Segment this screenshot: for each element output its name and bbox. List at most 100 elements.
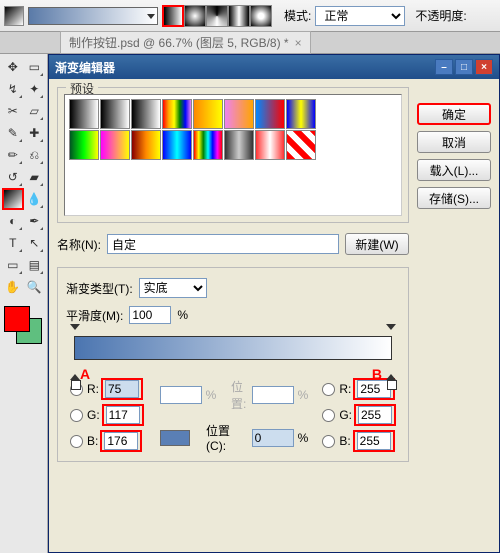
gradient-editor-dialog: 渐变编辑器 – □ × 预设 名称(N): 新建(W) <box>48 54 500 553</box>
gradient-type-label: 渐变类型(T): <box>66 280 133 297</box>
eyedropper-tool[interactable]: ✎ <box>2 122 24 144</box>
marquee-tool[interactable]: ▭ <box>24 56 46 78</box>
opacity-stop-right[interactable] <box>386 326 396 338</box>
gradient-type-select[interactable]: 实底 <box>139 278 207 298</box>
opacity-stop-left[interactable] <box>70 326 80 338</box>
gradient-bar[interactable] <box>74 336 392 360</box>
color-stop-right[interactable] <box>386 368 396 380</box>
rgb-right-group: R: G: B: <box>322 378 396 453</box>
presets-group: 预设 <box>57 87 409 223</box>
lasso-tool[interactable]: ↯ <box>2 78 24 100</box>
gradient-settings-group: 渐变类型(T): 实底 平滑度(M): % A <box>57 267 409 462</box>
preset-swatch[interactable] <box>100 99 130 129</box>
r-input-left[interactable] <box>105 380 139 398</box>
new-button[interactable]: 新建(W) <box>345 233 409 255</box>
mode-label: 模式: <box>284 7 311 24</box>
document-tab-row: 制作按钮.psd @ 66.7% (图层 5, RGB/8) * × <box>0 32 500 54</box>
b-radio-left[interactable] <box>70 435 83 448</box>
history-brush-tool[interactable]: ↺ <box>2 166 24 188</box>
document-tab-title: 制作按钮.psd @ 66.7% (图层 5, RGB/8) * <box>69 34 289 51</box>
color-swatches[interactable] <box>2 304 42 344</box>
gradient-tool[interactable] <box>2 188 24 210</box>
preset-swatch[interactable] <box>224 130 254 160</box>
linear-gradient-icon[interactable] <box>162 5 184 27</box>
gradient-tool-indicator <box>4 6 24 26</box>
preset-swatch[interactable] <box>193 99 223 129</box>
close-button[interactable]: × <box>475 59 493 75</box>
hand-tool[interactable]: ✋ <box>2 276 24 298</box>
heal-tool[interactable]: ✚ <box>24 122 46 144</box>
color-stop-left[interactable] <box>70 368 80 380</box>
dialog-title: 渐变编辑器 <box>55 59 115 76</box>
load-button[interactable]: 载入(L)... <box>417 159 491 181</box>
maximize-button[interactable]: □ <box>455 59 473 75</box>
eraser-tool[interactable]: ▰ <box>24 166 46 188</box>
rgb-left-group: R: G: B: <box>70 378 144 453</box>
preset-swatch[interactable] <box>131 130 161 160</box>
shape-tool[interactable]: ▭ <box>2 254 24 276</box>
percent-label: % <box>177 308 188 322</box>
g-input-right[interactable] <box>358 406 392 424</box>
annotation-b: B <box>372 366 382 382</box>
preset-swatch[interactable] <box>69 130 99 160</box>
dodge-tool[interactable]: ◐ <box>2 210 24 232</box>
slice-tool[interactable]: ▱ <box>24 100 46 122</box>
middle-controls: % 位置:% 位置(C): % <box>160 378 309 453</box>
preset-swatch[interactable] <box>255 130 285 160</box>
tool-palette: ✥▭ ↯✦ ✂▱ ✎✚ ✏⎌ ↺▰ 💧 ◐✒ T↖ ▭▤ ✋🔍 <box>0 54 48 553</box>
preset-swatch[interactable] <box>224 99 254 129</box>
opacity-pos-val <box>252 386 294 404</box>
cancel-button[interactable]: 取消 <box>417 131 491 153</box>
brush-tool[interactable]: ✏ <box>2 144 24 166</box>
notes-tool[interactable]: ▤ <box>24 254 46 276</box>
foreground-color-swatch[interactable] <box>4 306 30 332</box>
preset-swatch[interactable] <box>286 130 316 160</box>
preset-swatch[interactable] <box>193 130 223 160</box>
blend-mode-select[interactable]: 正常 <box>315 6 405 26</box>
dialog-titlebar: 渐变编辑器 – □ × <box>49 55 499 79</box>
annotation-a: A <box>80 366 90 382</box>
preset-swatch[interactable] <box>131 99 161 129</box>
g-radio-left[interactable] <box>70 409 83 422</box>
opacity-pos-input <box>160 386 202 404</box>
move-tool[interactable]: ✥ <box>2 56 24 78</box>
position-input[interactable] <box>252 429 294 447</box>
position-label: 位置(C): <box>206 422 248 453</box>
radial-gradient-icon[interactable] <box>184 5 206 27</box>
crop-tool[interactable]: ✂ <box>2 100 24 122</box>
save-button[interactable]: 存储(S)... <box>417 187 491 209</box>
preset-swatch[interactable] <box>100 130 130 160</box>
presets-box <box>64 94 402 216</box>
preset-swatch[interactable] <box>255 99 285 129</box>
gradient-name-input[interactable] <box>107 234 339 254</box>
b-radio-right[interactable] <box>322 435 335 448</box>
reflected-gradient-icon[interactable] <box>228 5 250 27</box>
gradient-picker[interactable] <box>28 7 158 25</box>
smoothness-input[interactable] <box>129 306 171 324</box>
minimize-button[interactable]: – <box>435 59 453 75</box>
b-input-left[interactable] <box>104 432 138 450</box>
stop-color-chip[interactable] <box>160 430 190 446</box>
document-tab[interactable]: 制作按钮.psd @ 66.7% (图层 5, RGB/8) * × <box>60 31 311 54</box>
preset-swatch[interactable] <box>162 99 192 129</box>
close-tab-icon[interactable]: × <box>295 36 302 50</box>
preset-swatch[interactable] <box>69 99 99 129</box>
stamp-tool[interactable]: ⎌ <box>24 144 46 166</box>
pen-tool[interactable]: ✒ <box>24 210 46 232</box>
preset-swatch[interactable] <box>286 99 316 129</box>
gradient-type-group <box>162 5 272 27</box>
path-select-tool[interactable]: ↖ <box>24 232 46 254</box>
g-input-left[interactable] <box>106 406 140 424</box>
wand-tool[interactable]: ✦ <box>24 78 46 100</box>
options-toolbar: 模式: 正常 不透明度: <box>0 0 500 32</box>
b-input-right[interactable] <box>357 432 391 450</box>
diamond-gradient-icon[interactable] <box>250 5 272 27</box>
preset-swatch[interactable] <box>162 130 192 160</box>
ok-button[interactable]: 确定 <box>417 103 491 125</box>
type-tool[interactable]: T <box>2 232 24 254</box>
r-radio-right[interactable] <box>322 383 335 396</box>
zoom-tool[interactable]: 🔍 <box>24 276 46 298</box>
blur-tool[interactable]: 💧 <box>24 188 45 210</box>
angle-gradient-icon[interactable] <box>206 5 228 27</box>
g-radio-right[interactable] <box>322 409 335 422</box>
